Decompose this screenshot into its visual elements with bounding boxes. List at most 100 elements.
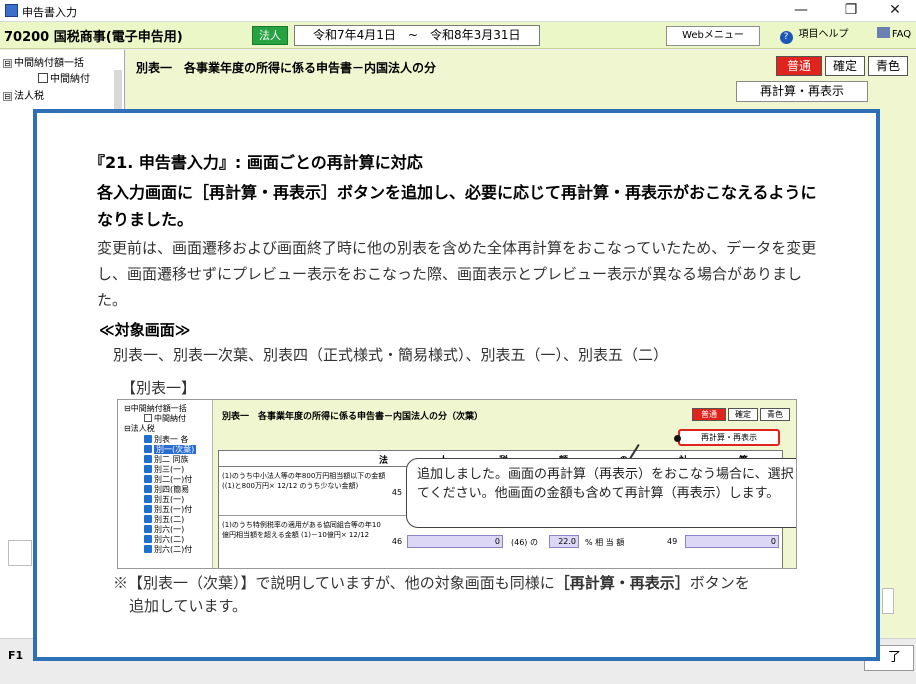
mini-rate-suffix: % 相 当 額 xyxy=(585,538,625,547)
mode-blue-button[interactable]: 青色 xyxy=(868,56,908,76)
web-menu-button[interactable]: Webメニュー xyxy=(666,26,760,46)
mini-tree-label: 別六(一) xyxy=(154,525,185,534)
mode-normal-button[interactable]: 普通 xyxy=(776,56,822,76)
mini-check-icon xyxy=(144,495,152,503)
mini-tree-label: 別六(二) xyxy=(154,535,185,544)
example-screenshot: ⊟中間納付額一括 中間納付 ⊟法人税 別表一 各 別一(次葉) 別二 同族 別三… xyxy=(117,399,797,569)
note-line2: 追加しています。 xyxy=(129,597,248,615)
window-titlebar: 申告書入力 — ❐ ✕ xyxy=(0,0,916,22)
mini-tree-label: 中間納付額一括 xyxy=(130,404,187,413)
announcement-subheading: 各入力画面に［再計算・再表示］ボタンを追加し、必要に応じて再計算・再表示がおこな… xyxy=(97,183,817,229)
announcement-note: ※【別表一（次葉）】で説明していますが、他の対象画面も同様に［再計算・再表示］ボ… xyxy=(113,572,833,618)
item-help-label: 項目ヘルプ xyxy=(798,29,849,40)
mini-row-label: (1)のうち中小法人等の年800万円相当額以下の金額 ((1)と800万円× 1… xyxy=(222,472,386,490)
mini-row-label: (1)のうち特例税率の適用がある協同組合等の年10億円相当額を超える金額 (1)… xyxy=(222,521,381,539)
mini-mode-fixed: 確定 xyxy=(728,408,758,421)
close-button[interactable]: ✕ xyxy=(872,0,916,22)
mini-mode-normal: 普通 xyxy=(692,408,726,421)
window-title: 申告書入力 xyxy=(22,6,77,19)
mini-tree-item: 別六(二)付 xyxy=(144,544,192,555)
side-button-fragment[interactable] xyxy=(882,588,894,614)
recalc-button[interactable]: 再計算・再表示 xyxy=(736,81,868,102)
mini-checkbox-icon xyxy=(144,414,152,422)
mini-row-mid-label: (46) の xyxy=(511,538,538,547)
mini-tree-label: 別四(簡易 xyxy=(154,485,190,494)
period-start: 令和7年4月1日 xyxy=(313,28,396,42)
mini-collapse-icon: ⊟ xyxy=(124,424,131,433)
sheet-title: 別表一 各事業年度の所得に係る申告書－内国法人の分 xyxy=(136,61,437,75)
tree-item-label: 法人税 xyxy=(14,91,44,102)
period-end: 令和8年3月31日 xyxy=(429,28,521,42)
header-bar: 70200 国税商事(電子申告用) 法人 令和7年4月1日 ~ 令和8年3月31日 … xyxy=(0,22,916,49)
mini-tree-label: 別五(一)付 xyxy=(154,505,193,514)
mini-check-icon xyxy=(144,515,152,523)
tree-item-corporate-tax[interactable]: ⊟ 法人税 xyxy=(3,87,44,102)
example-caption: 【別表一】 xyxy=(121,379,197,397)
mini-check-icon xyxy=(144,475,152,483)
mini-tree-item: ⊟法人税 xyxy=(124,423,155,434)
maximize-button[interactable]: ❐ xyxy=(828,0,874,22)
mini-tree-label: 別二(一)付 xyxy=(154,475,193,484)
faq-button[interactable]: FAQ xyxy=(872,26,916,46)
mini-check-icon xyxy=(144,535,152,543)
mini-mode-blue: 青色 xyxy=(760,408,790,421)
note-prefix: ※【別表一（次葉）】で説明していますが、他の対象画面も同様に xyxy=(113,574,555,592)
mini-tree-label: 別六(二)付 xyxy=(154,545,193,554)
mini-form-tree: ⊟中間納付額一括 中間納付 ⊟法人税 別表一 各 別一(次葉) 別二 同族 別三… xyxy=(118,400,213,568)
feature-announcement-panel: 『21. 申告書入力』: 画面ごとの再計算に対応 各入力画面に［再計算・再表示］… xyxy=(33,109,880,661)
mini-tree-label: 別二 同族 xyxy=(154,455,189,464)
note-suffix: ボタンを xyxy=(689,574,750,592)
mini-check-icon xyxy=(144,525,152,533)
mini-head-char: 法 xyxy=(379,456,389,466)
mini-check-icon xyxy=(144,545,152,553)
item-help-button[interactable]: ? 項目ヘルプ xyxy=(766,26,862,46)
tree-item-label: 中間納付額一括 xyxy=(14,58,84,69)
minimize-button[interactable]: — xyxy=(778,0,824,22)
announcement-heading: 『21. 申告書入力』: 画面ごとの再計算に対応 xyxy=(89,153,423,172)
mini-check-icon xyxy=(144,465,152,473)
mini-tree-label: 法人税 xyxy=(130,424,155,433)
mini-row-input-2: 0 xyxy=(685,535,779,548)
mini-check-icon xyxy=(144,445,152,453)
checkbox-icon[interactable] xyxy=(38,73,48,83)
mini-check-icon xyxy=(144,435,152,443)
help-icon: ? xyxy=(779,31,793,44)
mini-tree-label: 中間納付 xyxy=(154,414,186,423)
mini-check-icon xyxy=(144,455,152,463)
mode-fixed-button[interactable]: 確定 xyxy=(825,56,865,76)
mini-row-number: 46 xyxy=(391,537,403,546)
mini-row-input: 0 xyxy=(407,535,503,548)
mini-row-number: 45 xyxy=(391,488,403,497)
faq-icon xyxy=(876,27,890,38)
collapse-icon[interactable]: ⊟ xyxy=(3,92,12,101)
mini-rate-input: 22.0 xyxy=(549,535,579,548)
mini-check-icon xyxy=(144,485,152,493)
announcement-body: 変更前は、画面遷移および画面終了時に他の別表を含めた全体再計算をおこなっていたた… xyxy=(97,239,817,309)
fiscal-period: 令和7年4月1日 ~ 令和8年3月31日 xyxy=(294,25,540,46)
mini-tree-label: 別五(二) xyxy=(154,515,185,524)
mini-recalc-button: 再計算・再表示 xyxy=(678,429,780,446)
mini-collapse-icon: ⊟ xyxy=(124,404,131,413)
tree-item-label: 中間納付 xyxy=(50,74,90,85)
mini-row-number-2: 49 xyxy=(667,537,678,546)
mini-tree-label: 別一(次葉) xyxy=(154,445,197,454)
collapse-icon[interactable]: ⊟ xyxy=(3,59,12,68)
tree-item-interim[interactable]: 中間納付 xyxy=(38,70,90,85)
note-bold: ［再計算・再表示］ xyxy=(554,574,690,592)
company-name: 70200 国税商事(電子申告用) xyxy=(4,30,183,45)
left-button-fragment[interactable] xyxy=(8,540,32,566)
mini-tree-label: 別五(一) xyxy=(154,495,185,504)
callout-bubble: 追加しました。画面の再計算（再表示）をおこなう場合に、選択してください。他画面の… xyxy=(406,458,796,528)
mini-check-icon xyxy=(144,505,152,513)
mini-tree-label: 別表一 各 xyxy=(154,435,189,444)
period-separator: ~ xyxy=(407,28,418,42)
mini-tree-label: 別三(一) xyxy=(154,465,185,474)
mini-sheet-title: 別表一 各事業年度の所得に係る申告書－内国法人の分（次葉） xyxy=(222,412,484,422)
callout-pointer-dot xyxy=(674,435,681,442)
web-menu-label: Webメニュー xyxy=(682,30,744,41)
target-screens-heading: ≪対象画面≫ xyxy=(99,321,191,339)
target-screens-list: 別表一、別表一次葉、別表四（正式様式・簡易様式）、別表五（一）、別表五（二） xyxy=(113,346,669,364)
f1-key[interactable]: F1 xyxy=(8,649,23,662)
tree-item-interim-bulk[interactable]: ⊟ 中間納付額一括 xyxy=(3,54,84,69)
corp-badge: 法人 xyxy=(252,26,288,45)
